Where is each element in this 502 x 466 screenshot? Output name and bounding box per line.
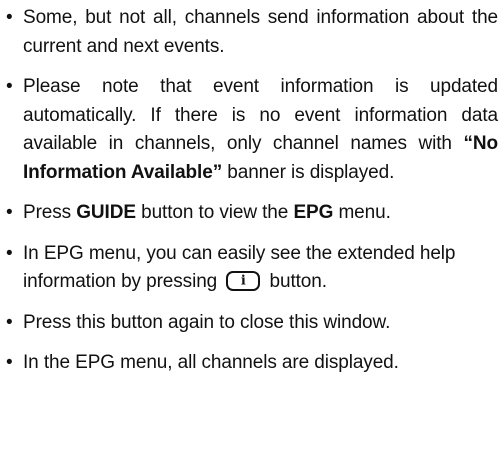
item-text: Some, but not all, channels send informa… — [23, 7, 498, 57]
guide-button-label: GUIDE — [76, 202, 136, 223]
item-text: Press — [23, 202, 77, 223]
item-text: button to view the — [135, 202, 294, 223]
bullet: • — [6, 76, 13, 97]
bullet: • — [6, 7, 13, 28]
item-text: Please note that event information is up… — [23, 76, 498, 154]
bullet: • — [6, 242, 13, 264]
item-text: button. — [269, 271, 328, 292]
list-item: • Please note that event information is … — [6, 73, 498, 187]
list-item: • In EPG menu, you can easily see the ex… — [6, 240, 498, 297]
epg-label: EPG — [293, 202, 334, 223]
item-text: banner is displayed. — [222, 161, 395, 183]
bullet: • — [6, 202, 13, 223]
info-button-icon: i — [226, 271, 261, 291]
bullet: • — [6, 352, 13, 373]
manual-page: • Some, but not all, channels send infor… — [0, 0, 502, 466]
item-text: In the EPG menu, all channels are displa… — [23, 352, 399, 373]
bullet: • — [6, 311, 13, 333]
item-text: menu. — [333, 202, 391, 223]
list-item: • Press this button again to close this … — [6, 309, 498, 338]
list-item: • In the EPG menu, all channels are disp… — [6, 349, 498, 378]
list-item: • Some, but not all, channels send infor… — [6, 4, 498, 61]
item-text: Press this button again to close this wi… — [23, 311, 391, 333]
instruction-list: • Some, but not all, channels send infor… — [6, 4, 498, 390]
info-icon-letter: i — [240, 273, 246, 289]
list-item: • Press GUIDE button to view the EPG men… — [6, 199, 498, 228]
